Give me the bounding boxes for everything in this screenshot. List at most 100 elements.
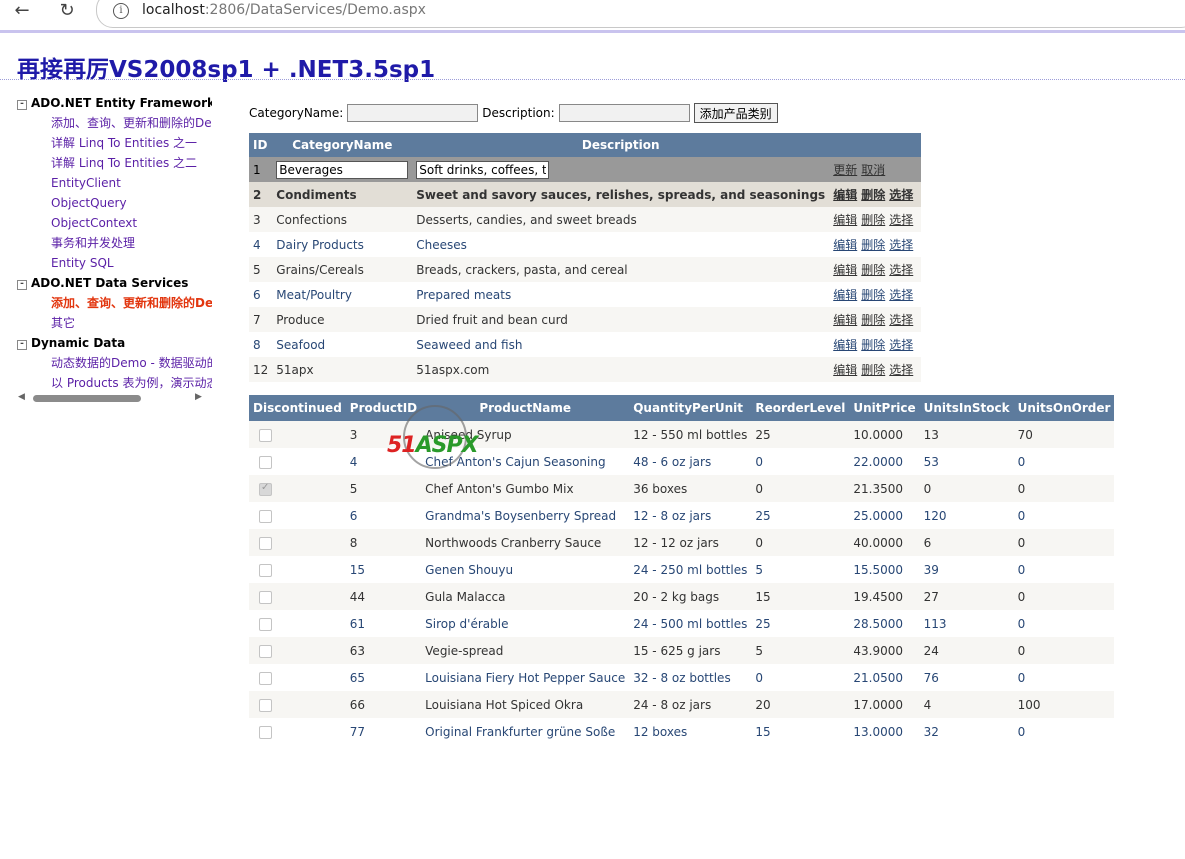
sidebar-link[interactable]: 以 Products 表为例，演示动态 (17, 374, 212, 394)
units-in-stock-cell: 27 (919, 583, 1014, 610)
edit-link[interactable]: 编辑 (833, 288, 857, 302)
quantity-per-unit-cell: 12 - 550 ml bottles (629, 421, 752, 448)
tree-group-label: ADO.NET Entity Framework (31, 96, 212, 110)
category-description-cell: Seaweed and fish (412, 332, 830, 357)
title-divider (0, 79, 1185, 80)
tree-group-header[interactable]: - Dynamic Data (17, 334, 212, 354)
col-header-units-in-stock[interactable]: UnitsInStock (919, 395, 1014, 421)
discontinued-cell (249, 475, 346, 502)
category-row: 5 Grains/Cereals Breads, crackers, pasta, … (249, 257, 922, 282)
sidebar-link[interactable]: 添加、查询、更新和删除的De (17, 294, 212, 314)
scroll-left-icon[interactable]: ◀ (18, 392, 25, 402)
units-on-order-cell: 0 (1013, 448, 1115, 475)
description-input[interactable] (558, 104, 690, 122)
sidebar-link[interactable]: 事务和并发处理 (17, 234, 212, 254)
category-actions-cell: 编辑 删除 选择 (829, 182, 922, 207)
tree-group: - Dynamic Data 动态数据的Demo - 数据驱动的以 Products… (17, 334, 212, 394)
product-id-cell: 63 (345, 637, 422, 664)
category-name-cell: Produce (272, 307, 413, 332)
delete-link[interactable]: 删除 (861, 213, 885, 227)
delete-link[interactable]: 删除 (861, 288, 885, 302)
back-arrow-icon[interactable]: ← (10, 0, 34, 24)
update-link[interactable]: 更新 (833, 163, 857, 177)
site-info-icon[interactable]: i (113, 3, 129, 19)
edit-category-name-input[interactable] (276, 160, 409, 179)
sidebar-link[interactable]: 动态数据的Demo - 数据驱动的 (17, 354, 212, 374)
delete-link[interactable]: 删除 (861, 188, 885, 202)
category-description-cell: Sweet and savory sauces, relishes, sprea… (412, 182, 830, 207)
add-category-button[interactable]: 添加产品类别 (693, 103, 778, 123)
collapse-toggle-icon[interactable]: - (17, 340, 27, 350)
select-link[interactable]: 选择 (889, 213, 913, 227)
tree-group-header[interactable]: - ADO.NET Entity Framework (17, 94, 212, 114)
discontinued-checkbox (259, 428, 272, 442)
select-link[interactable]: 选择 (889, 288, 913, 302)
edit-link[interactable]: 编辑 (833, 313, 857, 327)
col-header-unit-price[interactable]: UnitPrice (849, 395, 920, 421)
col-header-product-name[interactable]: ProductName (421, 395, 630, 421)
sidebar-horizontal-scrollbar[interactable]: ◀ ▶ (17, 392, 212, 405)
col-header-reorder-level[interactable]: ReorderLevel (751, 395, 850, 421)
edit-link[interactable]: 编辑 (833, 338, 857, 352)
delete-link[interactable]: 删除 (861, 363, 885, 377)
select-link[interactable]: 选择 (889, 188, 913, 202)
cancel-link[interactable]: 取消 (861, 163, 885, 177)
collapse-toggle-icon[interactable]: - (17, 280, 27, 290)
edit-link[interactable]: 编辑 (833, 188, 857, 202)
col-header-description[interactable]: Description (412, 133, 830, 157)
scrollbar-thumb[interactable] (33, 395, 141, 402)
quantity-per-unit-cell: 36 boxes (629, 475, 752, 502)
edit-description-input[interactable] (416, 160, 550, 179)
col-header-id[interactable]: ID (249, 133, 273, 157)
category-name-cell: 51apx (272, 357, 413, 382)
category-actions-cell: 编辑 删除 选择 (829, 307, 922, 332)
select-link[interactable]: 选择 (889, 363, 913, 377)
col-header-quantity-per-unit[interactable]: QuantityPerUnit (629, 395, 752, 421)
units-in-stock-cell: 4 (919, 691, 1014, 718)
delete-link[interactable]: 删除 (861, 313, 885, 327)
select-link[interactable]: 选择 (889, 238, 913, 252)
select-link[interactable]: 选择 (889, 263, 913, 277)
delete-link[interactable]: 删除 (861, 263, 885, 277)
col-header-discontinued[interactable]: Discontinued (249, 395, 346, 421)
quantity-per-unit-cell: 24 - 8 oz jars (629, 691, 752, 718)
category-name-input[interactable] (347, 104, 479, 122)
quantity-per-unit-cell: 12 - 8 oz jars (629, 502, 752, 529)
edit-link[interactable]: 编辑 (833, 263, 857, 277)
sidebar-link[interactable]: ObjectContext (17, 214, 212, 234)
edit-link[interactable]: 编辑 (833, 238, 857, 252)
col-header-category-name[interactable]: CategoryName (272, 133, 413, 157)
category-actions-cell: 编辑 删除 选择 (829, 207, 922, 232)
category-description-cell: Dried fruit and bean curd (412, 307, 830, 332)
sidebar-link[interactable]: 详解 Linq To Entities 之二 (17, 154, 212, 174)
units-on-order-cell: 0 (1013, 664, 1115, 691)
tree-group-label: Dynamic Data (31, 336, 126, 350)
unit-price-cell: 21.0500 (849, 664, 920, 691)
collapse-toggle-icon[interactable]: - (17, 100, 27, 110)
sidebar-link[interactable]: 其它 (17, 314, 212, 334)
sidebar-link[interactable]: ObjectQuery (17, 194, 212, 214)
product-id-cell: 66 (345, 691, 422, 718)
url-text[interactable]: localhost:2806/DataServices/Demo.aspx (142, 2, 426, 18)
col-header-units-on-order[interactable]: UnitsOnOrder (1013, 395, 1115, 421)
edit-link[interactable]: 编辑 (833, 213, 857, 227)
category-name-cell: Meat/Poultry (272, 282, 413, 307)
scroll-right-icon[interactable]: ▶ (195, 392, 202, 402)
sidebar-link[interactable]: 详解 Linq To Entities 之一 (17, 134, 212, 154)
select-link[interactable]: 选择 (889, 313, 913, 327)
delete-link[interactable]: 删除 (861, 338, 885, 352)
reload-icon[interactable]: ↻ (55, 0, 79, 24)
category-id-cell: 5 (249, 257, 273, 282)
select-link[interactable]: 选择 (889, 338, 913, 352)
sidebar-link[interactable]: 添加、查询、更新和删除的De (17, 114, 212, 134)
col-header-product-id[interactable]: ProductID (345, 395, 422, 421)
category-actions-cell: 编辑 删除 选择 (829, 282, 922, 307)
discontinued-cell (249, 529, 346, 556)
tree-group-header[interactable]: - ADO.NET Data Services (17, 274, 212, 294)
discontinued-cell (249, 691, 346, 718)
sidebar-link[interactable]: Entity SQL (17, 254, 212, 274)
sidebar-link[interactable]: EntityClient (17, 174, 212, 194)
units-in-stock-cell: 53 (919, 448, 1014, 475)
edit-link[interactable]: 编辑 (833, 363, 857, 377)
delete-link[interactable]: 删除 (861, 238, 885, 252)
